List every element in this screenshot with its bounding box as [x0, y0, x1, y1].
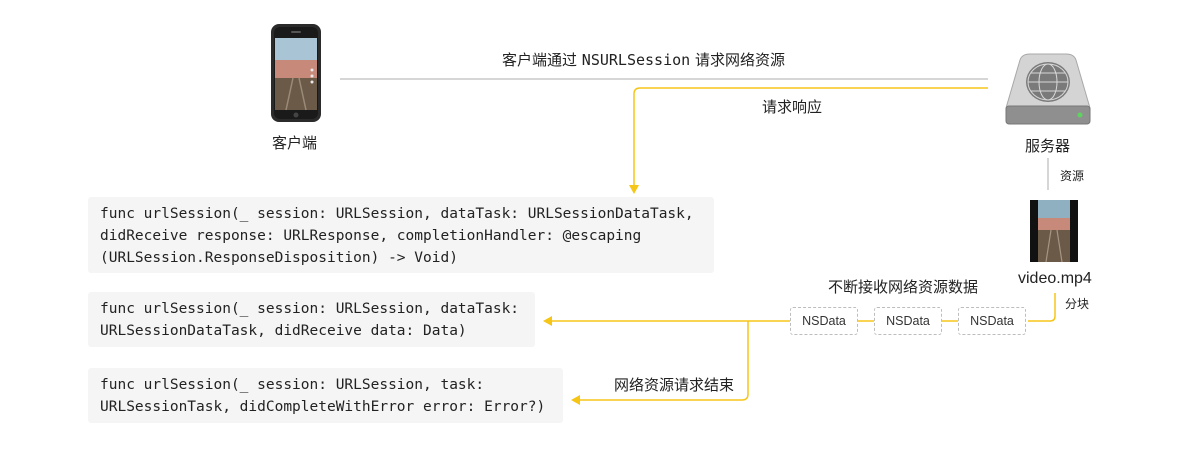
client-label: 客户端 [272, 134, 318, 152]
response-arrow-head [629, 185, 639, 194]
server-icon [1005, 53, 1091, 125]
receive-data-arrow-head [543, 316, 552, 326]
code-block-did-receive-response: func urlSession(_ session: URLSession, d… [88, 197, 714, 273]
code-line: URLSessionDataTask, didReceive data: Dat… [100, 323, 467, 339]
chunk-arrow [1028, 293, 1056, 322]
code-block-did-receive-data: func urlSession(_ session: URLSession, d… [88, 292, 535, 347]
phone-icon [271, 24, 321, 122]
code-line: func urlSession(_ session: URLSession, t… [100, 377, 485, 393]
nsdata-chunk: NSData [958, 307, 1026, 335]
nsdata-chunk: NSData [874, 307, 942, 335]
response-label: 请求响应 [762, 98, 823, 116]
code-line: (URLSession.ResponseDisposition) -> Void… [100, 250, 458, 266]
receive-data-label: 不断接收网络资源数据 [828, 278, 979, 296]
chunk-label: 分块 [1065, 297, 1090, 311]
request-label-suffix: 请求网络资源 [694, 51, 785, 69]
finish-arrow-head [571, 395, 580, 405]
video-label: video.mp4 [1018, 270, 1092, 287]
request-label-api: NSURLSession [581, 51, 691, 69]
resource-label: 资源 [1060, 169, 1085, 183]
code-line: func urlSession(_ session: URLSession, d… [100, 206, 694, 222]
video-thumbnail-icon [1030, 200, 1078, 263]
code-line: didReceive response: URLResponse, comple… [100, 228, 642, 244]
request-label-prefix: 客户端通过 [502, 51, 578, 69]
code-line: func urlSession(_ session: URLSession, d… [100, 301, 520, 317]
finish-label: 网络资源请求结束 [614, 376, 735, 394]
nsdata-chunk: NSData [790, 307, 858, 335]
code-line: URLSessionTask, didCompleteWithError err… [100, 399, 546, 415]
request-label: 客户端通过 NSURLSession 请求网络资源 [502, 49, 785, 70]
code-block-did-complete: func urlSession(_ session: URLSession, t… [88, 368, 563, 423]
server-label: 服务器 [1025, 137, 1071, 155]
